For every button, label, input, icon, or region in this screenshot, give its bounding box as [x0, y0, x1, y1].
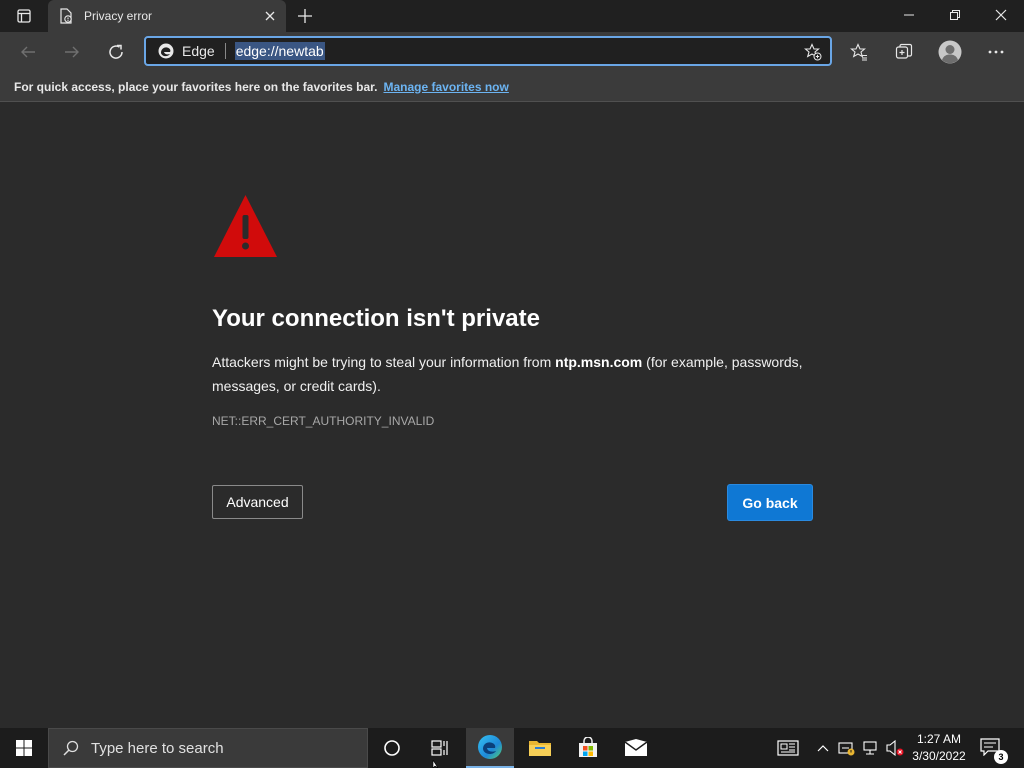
restore-button[interactable] [932, 0, 978, 30]
favorites-bar-hint: For quick access, place your favorites h… [14, 79, 378, 94]
taskbar-edge-button[interactable] [466, 728, 514, 768]
manage-favorites-link[interactable]: Manage favorites now [383, 80, 508, 94]
description-host: ntp.msn.com [555, 354, 643, 370]
taskbar-store-button[interactable] [564, 728, 612, 768]
mail-icon [624, 739, 648, 756]
add-favorite-icon[interactable] [804, 43, 822, 61]
edge-browser-icon [478, 735, 502, 759]
cortana-button[interactable] [368, 728, 416, 768]
favorites-icon [850, 43, 867, 61]
avatar-icon [938, 40, 962, 64]
more-icon [988, 50, 1004, 54]
profile-button[interactable] [934, 36, 966, 68]
minimize-button[interactable] [886, 0, 932, 30]
network-icon[interactable] [861, 738, 881, 758]
taskbar-file-explorer-button[interactable] [516, 728, 564, 768]
volume-muted-icon[interactable] [885, 738, 905, 758]
chevron-up-icon[interactable] [813, 738, 833, 758]
site-label: Edge [182, 43, 215, 59]
refresh-button[interactable] [100, 36, 132, 68]
refresh-icon [109, 44, 123, 59]
notification-badge: 3 [994, 750, 1008, 764]
system-clock[interactable]: 1:27 AM 3/30/2022 [908, 731, 970, 765]
new-tab-button[interactable] [292, 4, 318, 28]
tab-actions-button[interactable] [8, 6, 40, 26]
go-back-button[interactable]: Go back [728, 485, 812, 520]
search-icon [63, 740, 79, 756]
forward-button[interactable] [56, 36, 88, 68]
address-separator [224, 43, 226, 59]
folder-icon [529, 741, 551, 756]
edge-logo-icon [158, 43, 174, 59]
description-text-before: Attackers might be trying to steal your … [212, 354, 556, 370]
error-description: Attackers might be trying to steal your … [212, 350, 822, 398]
news-widget-icon[interactable] [776, 738, 800, 758]
clock-date: 3/30/2022 [912, 749, 966, 763]
close-window-button[interactable] [978, 0, 1024, 30]
close-icon [995, 9, 1007, 21]
cortana-icon [384, 740, 400, 756]
restore-icon [950, 10, 960, 20]
advanced-button[interactable]: Advanced [212, 485, 303, 519]
tab-close-icon[interactable] [262, 8, 278, 24]
store-icon [579, 737, 597, 757]
collections-icon [895, 43, 913, 59]
task-view-icon [431, 740, 448, 756]
arrow-right-icon [65, 46, 79, 58]
error-code: NET::ERR_CERT_AUTHORITY_INVALID [212, 414, 435, 428]
clock-time: 1:27 AM [916, 732, 962, 746]
title-bar: Privacy error [0, 0, 1024, 32]
taskbar: Type here to search 1:27 AM 3/30/2022 3 [0, 728, 1024, 768]
taskbar-search-box[interactable]: Type here to search [48, 728, 368, 768]
page-title: Your connection isn't private [212, 305, 540, 332]
collections-button[interactable] [888, 36, 920, 68]
minimize-icon [904, 14, 914, 16]
plus-icon [298, 9, 312, 23]
tab-actions-icon [17, 9, 31, 23]
back-button[interactable] [12, 36, 44, 68]
favorites-bar: For quick access, place your favorites h… [0, 72, 1024, 102]
tab-title: Privacy error [84, 9, 153, 23]
toolbar: Edge edge://newtab [0, 32, 1024, 72]
active-tab[interactable]: Privacy error [48, 0, 286, 32]
search-placeholder: Type here to search [91, 739, 224, 757]
warning-icon [214, 195, 277, 257]
arrow-left-icon [21, 46, 35, 58]
start-button[interactable] [0, 728, 48, 768]
url-text[interactable]: edge://newtab [234, 42, 325, 60]
windows-logo-icon [16, 740, 32, 756]
favorites-button[interactable] [843, 36, 875, 68]
page-error-icon [58, 8, 74, 24]
action-center-button[interactable]: 3 [980, 738, 1008, 764]
settings-menu-button[interactable] [980, 36, 1012, 68]
mouse-cursor-icon [432, 760, 439, 768]
windows-security-icon[interactable] [836, 738, 856, 758]
taskbar-mail-button[interactable] [612, 728, 660, 768]
address-bar[interactable]: Edge edge://newtab [144, 36, 832, 66]
